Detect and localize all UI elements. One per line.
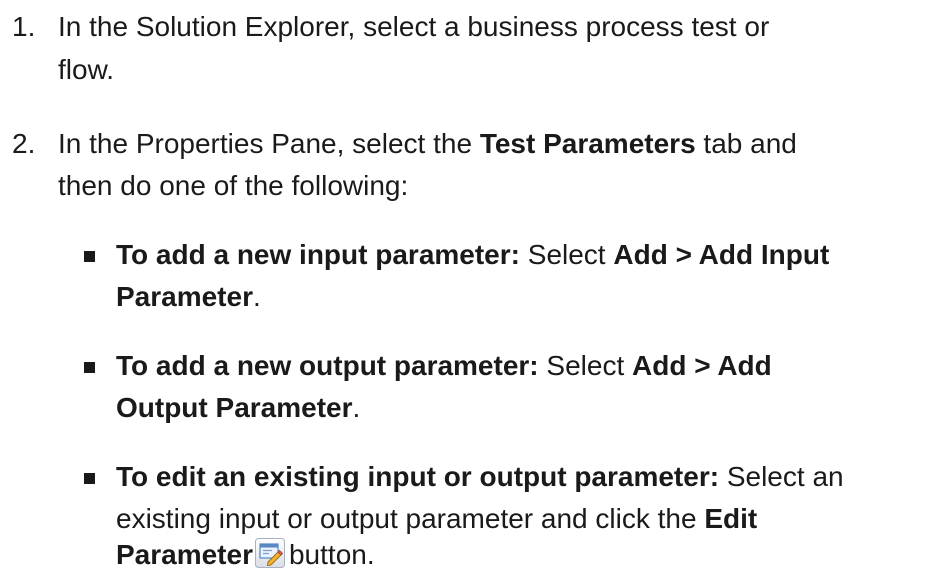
step-2-number: 2. [12, 128, 36, 159]
edit-parameter-icon [254, 538, 285, 568]
bullet-1-lead: To add a new input parameter: [116, 239, 520, 270]
step-2-text: In the Properties Pane, select the [58, 128, 480, 159]
bullet-3-text-2: existing input or output parameter and c… [116, 503, 705, 534]
bullet-3-line-2: existing input or output parameter and c… [116, 502, 757, 536]
bullet-2-line-2: Output Parameter. [116, 391, 360, 425]
bullet-3-line-3: Parameter button. [116, 538, 375, 572]
bullet-2-lead: To add a new output parameter: [116, 350, 539, 381]
bullet-1-menu-path: Add > Add Input [613, 239, 830, 270]
bullet-1-line-1: To add a new input parameter: Select Add… [116, 238, 829, 272]
bullet-marker [84, 362, 95, 373]
bullet-1-menu-path-end: Parameter [116, 281, 253, 312]
step-2-text-suffix: tab and [695, 128, 797, 159]
step-1-number: 1. [12, 11, 36, 42]
step-1-line-1: In the Solution Explorer, select a busin… [58, 11, 770, 42]
step-2-line-1: In the Properties Pane, select the Test … [58, 127, 797, 161]
document-body: 1. In the Solution Explorer, select a bu… [0, 0, 930, 571]
bullet-2-text: Select [538, 350, 633, 381]
bullet-1-line-2: Parameter. [116, 280, 261, 314]
bullet-2-menu-path: Add > Add [632, 350, 772, 381]
edit-label: Edit [704, 503, 758, 534]
bullet-3-line-1: To edit an existing input or output para… [116, 460, 844, 494]
bullet-3-button-word: button. [288, 539, 375, 570]
bullet-1-period: . [252, 281, 261, 312]
bullet-2-period: . [352, 392, 361, 423]
parameter-label: Parameter [116, 539, 253, 570]
bullet-2-menu-path-end: Output Parameter [116, 392, 353, 423]
bullet-3-text: Select an [719, 461, 844, 492]
bullet-1-text: Select [519, 239, 614, 270]
test-parameters-tab-name: Test Parameters [479, 128, 696, 159]
bullet-2-line-1: To add a new output parameter: Select Ad… [116, 349, 772, 383]
bullet-marker [84, 473, 95, 484]
step-2-line-2: then do one of the following: [58, 170, 409, 201]
bullet-marker [84, 251, 95, 262]
bullet-3-lead: To edit an existing input or output para… [116, 461, 720, 492]
step-1-line-2: flow. [58, 54, 115, 85]
